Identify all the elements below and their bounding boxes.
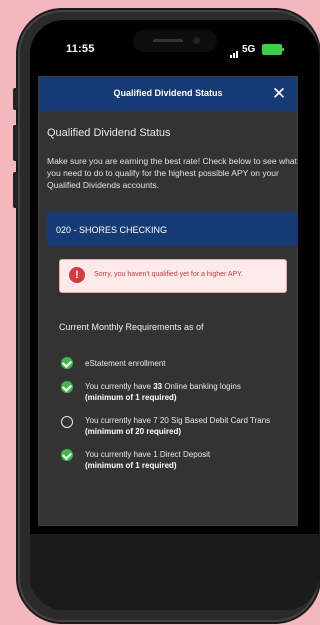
list-item: You currently have 1 Direct Deposit (min…	[59, 449, 295, 483]
modal-title: Qualified Dividend Status	[113, 88, 223, 98]
requirement-text: eStatement enrollment	[85, 359, 166, 368]
page-title: Qualified Dividend Status	[47, 127, 171, 139]
status-bar: 11:55 5G	[30, 20, 319, 70]
list-item: eStatement enrollment	[59, 357, 295, 381]
phone-side-button	[13, 88, 18, 110]
camera-icon	[193, 37, 200, 44]
signal-icon	[230, 46, 239, 58]
phone-notch	[133, 30, 217, 52]
bottom-area	[30, 534, 319, 610]
qualified-dividend-modal: Qualified Dividend Status ✕ Qualified Di…	[38, 76, 298, 526]
requirement-text-start: You currently have 7 20 Sig Based Debit …	[85, 416, 271, 425]
requirement-detail: (minimum of 1 required)	[85, 393, 177, 402]
requirement-text: You currently have 7 20 Sig Based Debit …	[85, 415, 290, 437]
not-qualified-alert: ! Sorry, you haven't qualified yet for a…	[59, 259, 287, 293]
requirement-detail: (minimum of 20 required)	[85, 427, 182, 436]
check-circle-icon	[61, 381, 73, 393]
status-time: 11:55	[66, 43, 95, 55]
list-item: You currently have 33 Online banking log…	[59, 381, 295, 415]
requirement-text: You currently have 33 Online banking log…	[85, 381, 290, 403]
battery-icon	[262, 44, 284, 55]
requirement-text-start: You currently have	[85, 382, 154, 391]
requirements-heading: Current Monthly Requirements as of	[59, 322, 204, 332]
account-bar[interactable]: 020 - SHORES CHECKING	[47, 212, 298, 246]
requirement-text-end: Online banking logins	[162, 382, 241, 391]
account-name: 020 - SHORES CHECKING	[56, 225, 168, 235]
phone-volume-up-button	[13, 125, 18, 161]
speaker-icon	[153, 39, 183, 42]
modal-header: Qualified Dividend Status ✕	[39, 77, 297, 111]
requirement-count: 33	[153, 382, 163, 391]
requirements-list: eStatement enrollment You currently have…	[59, 357, 295, 483]
requirement-text-start: You currently have 1 Direct Deposit	[85, 450, 211, 459]
close-icon[interactable]: ✕	[269, 84, 289, 104]
network-label: 5G	[242, 44, 256, 55]
alert-text: Sorry, you haven't qualified yet for a h…	[94, 271, 243, 278]
empty-circle-icon	[61, 416, 73, 428]
description-text: Make sure you are earning the best rate!…	[47, 156, 297, 190]
phone-volume-down-button	[13, 172, 18, 208]
list-item: You currently have 7 20 Sig Based Debit …	[59, 415, 295, 449]
requirement-detail: (minimum of 1 required)	[85, 461, 177, 470]
check-circle-icon	[61, 449, 73, 461]
check-circle-icon	[61, 357, 73, 369]
phone-screen: 11:55 5G Qualified Dividend Status ✕ Qua…	[30, 20, 319, 610]
requirement-text: You currently have 1 Direct Deposit (min…	[85, 449, 290, 471]
error-icon: !	[69, 267, 85, 283]
